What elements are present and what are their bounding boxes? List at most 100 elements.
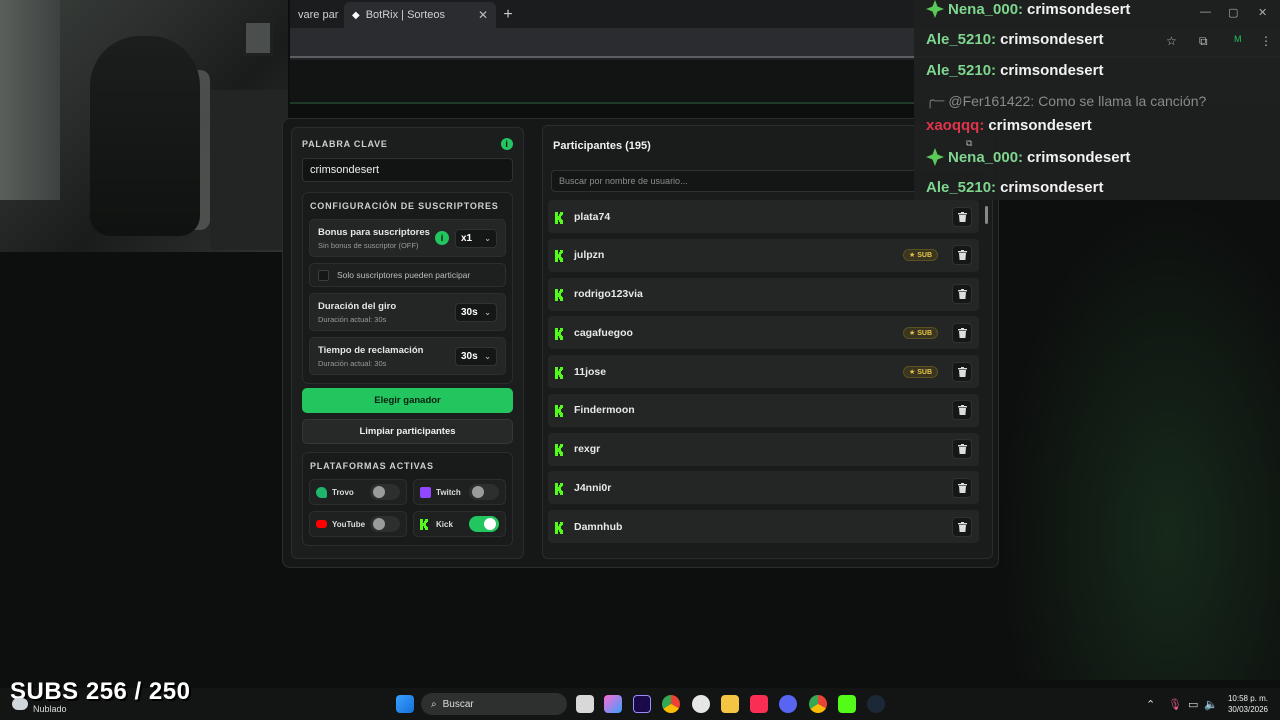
participant-row: J4nni0r xyxy=(548,471,979,505)
premiere-icon[interactable] xyxy=(633,695,651,713)
tab-botrix[interactable]: ◆ BotRix | Sorteos ✕ xyxy=(344,2,496,28)
participant-row: cagafuegoo ★ SUB xyxy=(548,316,979,350)
chat-message: Ale_5210: crimsondesert xyxy=(926,62,1103,79)
kick-app-icon[interactable] xyxy=(838,695,856,713)
chat-username[interactable]: Nena_000: xyxy=(948,1,1023,18)
platform-kick: Kick xyxy=(413,511,506,537)
subs-only-checkbox-row[interactable]: Solo suscriptores pueden participar xyxy=(309,263,506,287)
windows-start-icon[interactable] xyxy=(396,695,414,713)
clock[interactable]: 10:58 p. m. 30/03/2026 xyxy=(1220,693,1268,715)
kick-icon xyxy=(555,211,566,224)
trash-icon[interactable] xyxy=(952,516,972,537)
cloud-icon xyxy=(12,698,28,710)
twitch-icon xyxy=(420,486,432,498)
sub-badge: ★ SUB xyxy=(902,249,938,262)
trash-icon[interactable] xyxy=(952,284,972,304)
trovo-toggle[interactable] xyxy=(370,484,401,500)
participant-name: Findermoon xyxy=(574,404,635,417)
profile-icon[interactable]: M xyxy=(1234,34,1242,44)
chat-username[interactable]: Ale_5210: xyxy=(926,62,996,79)
subs-only-checkbox[interactable] xyxy=(318,269,329,281)
close-window-icon[interactable]: ✕ xyxy=(1258,6,1267,19)
extensions-icon[interactable]: ⧉ xyxy=(1199,34,1208,49)
taskbar-search[interactable]: ⌕ Buscar xyxy=(421,693,567,715)
kick-icon xyxy=(420,518,431,530)
steam-icon[interactable] xyxy=(867,695,885,713)
platforms-section: PLATAFORMAS ACTIVAS Trovo Twitch YouTube xyxy=(302,452,513,546)
clear-participants-button[interactable]: Limpiar participantes xyxy=(302,419,513,444)
discord-icon[interactable] xyxy=(779,695,797,713)
microphone-icon[interactable]: 🎙 xyxy=(1168,698,1182,711)
trash-icon[interactable] xyxy=(952,361,972,382)
chat-username[interactable]: Nena_000: xyxy=(948,149,1023,166)
botrix-favicon-icon: ◆ xyxy=(352,9,360,21)
chat-username[interactable]: Ale_5210: xyxy=(926,179,996,196)
twitch-toggle[interactable] xyxy=(469,484,499,500)
subscriber-badge-icon xyxy=(926,0,944,18)
participant-list-scrollbar[interactable] xyxy=(985,206,989,556)
spin-duration-title: Duración del giro xyxy=(318,300,397,312)
info-icon[interactable]: i xyxy=(501,138,513,150)
chevron-down-icon: ⌄ xyxy=(484,351,491,361)
minimize-icon[interactable]: — xyxy=(1200,6,1211,18)
webcam-shelf xyxy=(210,90,288,250)
close-icon[interactable]: ✕ xyxy=(478,8,488,22)
claim-time-setting: Tiempo de reclamación Duración actual: 3… xyxy=(309,337,506,375)
chat-text: Como se llama la canción? xyxy=(1038,92,1207,109)
webcam-curtain xyxy=(0,0,60,200)
subs-bonus-dropdown[interactable]: x1 ⌄ xyxy=(455,228,497,248)
claim-time-dropdown[interactable]: 30s ⌄ xyxy=(455,346,497,366)
sub-badge-label: SUB xyxy=(917,368,932,376)
new-tab-button[interactable]: + xyxy=(496,2,520,28)
youtube-toggle[interactable] xyxy=(370,516,401,532)
chevron-up-icon[interactable]: ⌃ xyxy=(1146,698,1155,711)
network-icon[interactable]: ▭ xyxy=(1188,698,1198,711)
chat-text: crimsondesert xyxy=(1000,179,1104,196)
kick-toggle[interactable] xyxy=(469,516,499,532)
spin-duration-desc: Duración actual: 30s xyxy=(318,314,387,324)
platform-trovo: Trovo xyxy=(309,479,408,505)
pick-winner-button[interactable]: Elegir ganador xyxy=(302,388,513,413)
app-icon[interactable] xyxy=(692,695,710,713)
chat-reply-line: ╭─ @Fer161422: Como se llama la canción? xyxy=(926,92,1206,109)
chat-text: crimsondesert xyxy=(1027,0,1131,18)
kick-icon xyxy=(555,443,566,456)
tab-inactive[interactable]: vare par xyxy=(290,2,344,28)
file-explorer-icon[interactable] xyxy=(721,695,739,713)
keyword-section-label: PALABRA CLAVE i xyxy=(302,138,513,150)
trash-icon[interactable] xyxy=(952,322,972,343)
participant-row: rexgr xyxy=(548,432,979,466)
chat-username[interactable]: xaoqqq: xyxy=(926,117,984,134)
volume-icon[interactable]: 🔈 xyxy=(1204,698,1218,711)
chat-message: xaoqqq: crimsondesert xyxy=(926,117,1092,134)
copilot-icon[interactable] xyxy=(604,695,622,713)
info-icon[interactable]: i xyxy=(435,231,449,245)
task-view-icon[interactable] xyxy=(576,695,594,713)
chrome-profile-icon[interactable] xyxy=(809,695,827,713)
platform-twitch: Twitch xyxy=(413,479,506,505)
trash-icon[interactable] xyxy=(952,400,972,421)
spin-duration-dropdown[interactable]: 30s ⌄ xyxy=(455,302,497,322)
menu-icon[interactable]: ⋮ xyxy=(1260,34,1272,48)
kick-icon xyxy=(555,482,566,495)
subs-config-section: CONFIGURACIÓN DE SUSCRIPTORES Bonus para… xyxy=(302,192,513,384)
keyword-input[interactable]: crimsondesert xyxy=(302,158,513,182)
participant-row: Damnhub xyxy=(548,510,979,543)
participant-row: plata74 xyxy=(548,200,979,233)
weather-label: Nublado xyxy=(33,704,67,714)
giveaway-panel: PALABRA CLAVE i crimsondesert CONFIGURAC… xyxy=(282,118,999,568)
tab-label: BotRix | Sorteos xyxy=(365,9,445,21)
sub-badge-label: SUB xyxy=(917,252,932,260)
chat-username[interactable]: Ale_5210: xyxy=(926,31,996,48)
participant-row: 11jose ★ SUB xyxy=(548,355,979,388)
trash-icon[interactable] xyxy=(952,477,972,498)
trash-icon[interactable] xyxy=(952,439,972,459)
chat-username[interactable]: @Fer161422: xyxy=(948,93,1034,109)
chrome-icon[interactable] xyxy=(662,695,680,713)
trash-icon[interactable] xyxy=(952,245,972,266)
music-icon[interactable] xyxy=(750,695,768,713)
maximize-icon[interactable]: ▢ xyxy=(1228,6,1238,19)
trash-icon[interactable] xyxy=(952,206,972,227)
copy-icon[interactable]: ⧉ xyxy=(966,138,972,149)
bookmark-star-icon[interactable]: ☆ xyxy=(1166,34,1177,48)
